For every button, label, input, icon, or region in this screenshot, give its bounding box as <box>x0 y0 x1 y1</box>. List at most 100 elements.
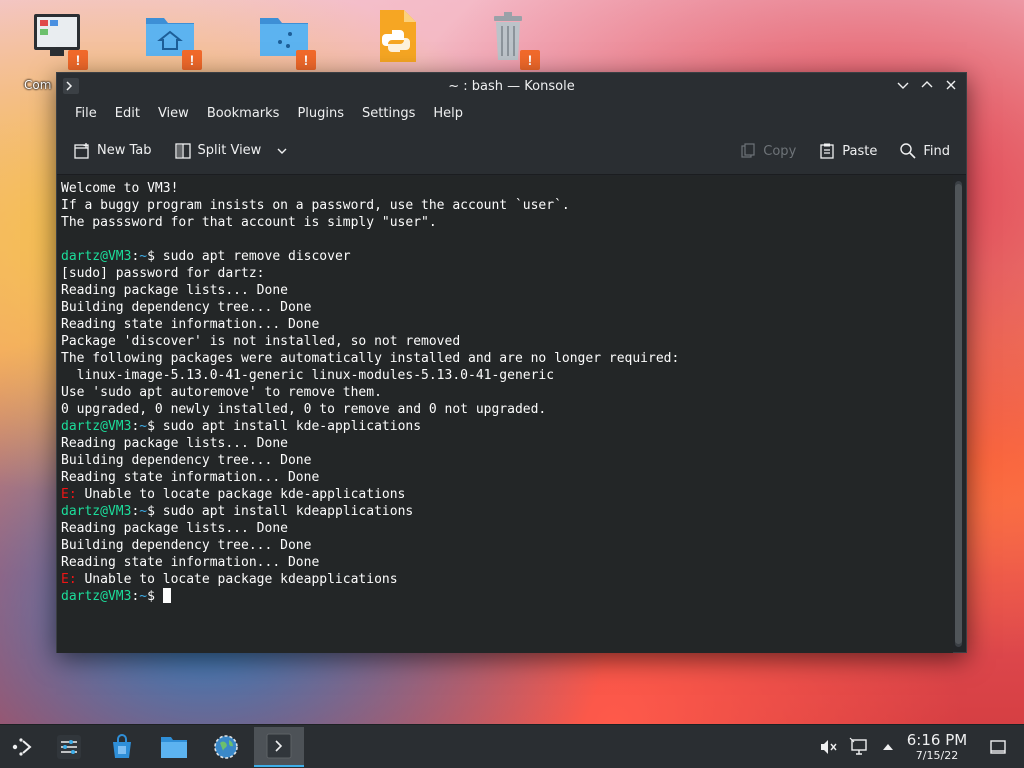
menu-bookmarks[interactable]: Bookmarks <box>199 102 288 125</box>
command-text: $ sudo apt install kde-applications <box>147 419 422 434</box>
clock-date: 7/15/22 <box>915 749 959 762</box>
terminal-output[interactable]: Welcome to VM3! If a buggy program insist… <box>57 176 953 653</box>
find-label: Find <box>923 143 950 159</box>
menu-file[interactable]: File <box>67 102 105 125</box>
terminal-line: Welcome to VM3! <box>61 181 179 196</box>
menu-plugins[interactable]: Plugins <box>289 102 352 125</box>
menu-settings[interactable]: Settings <box>354 102 423 125</box>
globe-icon <box>214 735 238 759</box>
search-icon <box>900 143 916 159</box>
terminal-line: linux-image-5.13.0-41-generic linux-modu… <box>61 368 555 383</box>
home-folder-icon: ! <box>142 8 202 70</box>
menu-bar: File Edit View Bookmarks Plugins Setting… <box>57 99 966 127</box>
network-icon[interactable] <box>849 737 869 757</box>
terminal-line: dartz@VM3:~$ sudo apt remove discover <box>61 249 351 264</box>
copy-button[interactable]: Copy <box>733 138 802 164</box>
terminal-line: Reading package lists... Done <box>61 521 288 536</box>
konsole-window: ~ : bash — Konsole File Edit View Bookma… <box>56 72 967 653</box>
warning-badge-icon: ! <box>520 50 540 70</box>
discover-taskbar-button[interactable] <box>104 729 140 765</box>
paste-icon <box>820 143 834 159</box>
terminal-line: Package 'discover' is not installed, so … <box>61 334 461 349</box>
digital-clock[interactable]: 6:16 PM 7/15/22 <box>906 731 968 763</box>
terminal-line: dartz@VM3:~$ sudo apt install kde-applic… <box>61 419 422 434</box>
find-button[interactable]: Find <box>893 138 956 164</box>
desktop-icon-trash[interactable]: ! <box>472 8 544 74</box>
desktop-icon-python-file[interactable] <box>360 8 432 74</box>
shopping-bag-icon <box>113 734 131 758</box>
clock-time: 6:16 PM <box>906 731 968 749</box>
system-settings-taskbar-button[interactable] <box>51 729 87 765</box>
text-cursor <box>162 588 171 603</box>
kde-launcher-icon <box>12 738 32 756</box>
command-text: $ sudo apt install kdeapplications <box>147 504 414 519</box>
terminal-line: Reading state information... Done <box>61 317 320 332</box>
prompt-user: dartz@VM3 <box>61 589 132 604</box>
taskbar: 6:16 PM 7/15/22 <box>0 724 1024 768</box>
new-tab-button[interactable]: New Tab <box>67 138 158 164</box>
prompt-path: ~ <box>139 249 148 264</box>
browser-taskbar-button[interactable] <box>208 729 244 765</box>
error-prefix: E: <box>61 487 77 502</box>
minimize-button[interactable] <box>894 76 912 94</box>
settings-sliders-icon <box>57 735 81 759</box>
terminal-line: [sudo] password for dartz: <box>61 266 265 281</box>
warning-badge-icon: ! <box>182 50 202 70</box>
title-bar[interactable]: ~ : bash — Konsole <box>57 73 966 99</box>
terminal-line: E: Unable to locate package kde-applicat… <box>61 487 406 502</box>
terminal-line: Building dependency tree... Done <box>61 453 312 468</box>
desktop-icon-computer[interactable]: ! <box>20 8 92 74</box>
prompt-user: dartz@VM3 <box>61 419 132 434</box>
dolphin-taskbar-button[interactable] <box>156 729 192 765</box>
konsole-taskbar-button[interactable] <box>254 727 304 767</box>
prompt-path: ~ <box>139 419 148 434</box>
prompt-user: dartz@VM3 <box>61 249 132 264</box>
folder-icon <box>161 737 187 758</box>
trash-icon: ! <box>480 8 540 70</box>
maximize-button[interactable] <box>918 76 936 94</box>
terminal-line: Reading state information... Done <box>61 555 320 570</box>
konsole-app-icon[interactable] <box>63 78 79 94</box>
error-prefix: E: <box>61 572 77 587</box>
terminal-line: dartz@VM3:~$ <box>61 588 953 605</box>
tray-expand-arrow-icon[interactable] <box>878 737 898 757</box>
show-desktop-icon[interactable] <box>988 737 1008 757</box>
terminal-line: Building dependency tree... Done <box>61 300 312 315</box>
terminal-line: 0 upgraded, 0 newly installed, 0 to remo… <box>61 402 547 417</box>
new-tab-icon <box>74 142 89 159</box>
desktop-icon-home[interactable]: ! <box>134 8 206 74</box>
split-view-label: Split View <box>197 143 262 158</box>
volume-muted-icon[interactable] <box>818 737 838 757</box>
prompt-path: ~ <box>139 589 148 604</box>
desktop-icon-network[interactable]: ! <box>248 8 320 74</box>
terminal-scrollbar[interactable] <box>955 181 962 647</box>
terminal-line: Reading state information... Done <box>61 470 320 485</box>
prompt-user: dartz@VM3 <box>61 504 132 519</box>
copy-label: Copy <box>763 143 797 159</box>
warning-badge-icon: ! <box>296 50 316 70</box>
chevron-down-icon[interactable] <box>275 144 289 158</box>
menu-help[interactable]: Help <box>425 102 471 125</box>
computer-icon: ! <box>28 8 88 70</box>
split-view-button[interactable]: Split View <box>168 138 296 164</box>
window-title: ~ : bash — Konsole <box>448 78 575 94</box>
new-tab-label: New Tab <box>97 143 152 158</box>
terminal-icon <box>266 733 292 759</box>
menu-edit[interactable]: Edit <box>107 102 148 125</box>
toolbar: New Tab Split View Copy Paste Find <box>57 127 966 175</box>
application-launcher-button[interactable] <box>4 729 40 765</box>
paste-button[interactable]: Paste <box>812 138 883 164</box>
prompt-path: ~ <box>139 504 148 519</box>
terminal-line: dartz@VM3:~$ sudo apt install kdeapplica… <box>61 504 414 519</box>
python-file-icon <box>368 8 424 64</box>
menu-view[interactable]: View <box>150 102 197 125</box>
network-folder-icon: ! <box>256 8 316 70</box>
terminal-line: The following packages were automaticall… <box>61 351 680 366</box>
close-button[interactable] <box>942 76 960 94</box>
terminal-line: Use 'sudo apt autoremove' to remove them… <box>61 385 382 400</box>
desktop-icon-label: Com <box>24 78 52 92</box>
command-text: $ <box>147 589 163 604</box>
terminal-line: Building dependency tree... Done <box>61 538 312 553</box>
terminal-line: If a buggy program insists on a password… <box>61 198 570 213</box>
terminal-line: E: Unable to locate package kdeapplicati… <box>61 572 398 587</box>
